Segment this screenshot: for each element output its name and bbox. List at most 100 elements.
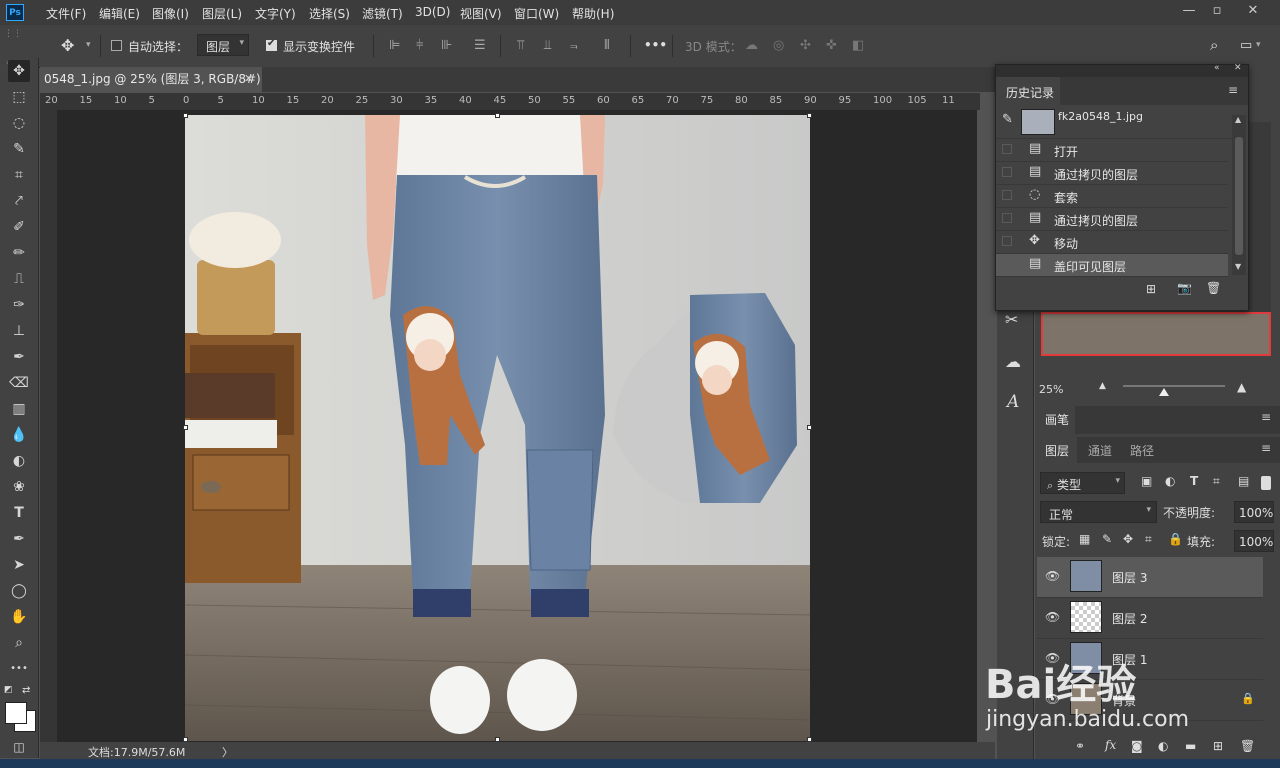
- zoom-out-icon[interactable]: ▲: [1099, 381, 1106, 391]
- menu-edit[interactable]: 编辑(E): [99, 5, 140, 22]
- opacity-field[interactable]: 100%: [1234, 501, 1274, 523]
- eraser-tool-icon[interactable]: ⌫: [8, 372, 30, 394]
- menu-3d[interactable]: 3D(D): [415, 5, 450, 19]
- clone-stamp-tool-icon[interactable]: ⎍: [8, 268, 30, 290]
- transform-handle[interactable]: [807, 113, 812, 118]
- layer-row[interactable]: 👁 图层 2: [1037, 598, 1263, 639]
- fx-icon[interactable]: fx: [1105, 738, 1116, 752]
- align-right-icon[interactable]: ⊪: [441, 38, 452, 53]
- panel-menu-icon[interactable]: ≡: [1228, 83, 1238, 97]
- distribute-icon[interactable]: ☰: [474, 38, 486, 53]
- history-snapshot[interactable]: ✎ fk2a0548_1.jpg: [996, 105, 1232, 139]
- panel-menu-icon[interactable]: ≡: [1261, 441, 1271, 455]
- align-bottom-icon[interactable]: ⫬: [570, 38, 578, 53]
- dodge-tool-icon[interactable]: ◐: [8, 450, 30, 472]
- type-tool-icon[interactable]: T: [8, 502, 30, 524]
- history-brush-source-checkbox[interactable]: [1002, 144, 1012, 154]
- history-brush-source-checkbox[interactable]: [1002, 259, 1012, 269]
- zoom-slider[interactable]: [1123, 385, 1225, 387]
- visibility-eye-icon[interactable]: 👁: [1045, 569, 1060, 583]
- blend-mode-dropdown[interactable]: 正常 ▾: [1040, 501, 1157, 523]
- transform-handle[interactable]: [183, 425, 188, 430]
- history-brush-source-checkbox[interactable]: [1002, 190, 1012, 200]
- status-menu-arrow[interactable]: 〉: [222, 744, 233, 760]
- zoom-in-icon[interactable]: ▲: [1237, 380, 1246, 394]
- history-item[interactable]: ◌ 套索: [996, 185, 1228, 208]
- filter-shape-icon[interactable]: ⌗: [1213, 474, 1220, 489]
- filter-pixel-icon[interactable]: ▣: [1141, 474, 1152, 488]
- tab-channels[interactable]: 通道: [1088, 442, 1112, 459]
- filter-adjustment-icon[interactable]: ◐: [1165, 474, 1175, 488]
- menu-view[interactable]: 视图(V): [460, 5, 502, 22]
- new-document-from-state-icon[interactable]: ⊞: [1146, 282, 1156, 296]
- history-item[interactable]: ▤ 通过拷贝的图层: [996, 162, 1228, 185]
- pen-tool-icon[interactable]: ✒: [8, 528, 30, 550]
- tab-paths[interactable]: 路径: [1130, 442, 1154, 459]
- new-adjustment-icon[interactable]: ◐: [1158, 739, 1168, 753]
- 3d-roll-icon[interactable]: ◎: [773, 38, 784, 53]
- history-item[interactable]: ▤ 打开: [996, 139, 1228, 162]
- align-vcenter-icon[interactable]: ⫫: [544, 38, 551, 53]
- zoom-tool-icon[interactable]: ⌕: [8, 632, 30, 654]
- document-canvas-image[interactable]: [185, 115, 810, 741]
- libraries-icon[interactable]: ☁: [1005, 352, 1021, 371]
- transform-handle[interactable]: [495, 113, 500, 118]
- history-brush-source-checkbox[interactable]: [1002, 213, 1012, 223]
- align-hcenter-icon[interactable]: ⫩: [416, 38, 423, 53]
- sponge-tool-icon[interactable]: ❀: [8, 476, 30, 498]
- 3d-camera-icon[interactable]: ◧: [852, 38, 864, 53]
- smudge-tool-icon[interactable]: ✒: [8, 346, 30, 368]
- history-item[interactable]: ✥ 移动: [996, 231, 1228, 254]
- gradient-tool-icon[interactable]: ▥: [8, 398, 30, 420]
- new-snapshot-icon[interactable]: 📷: [1177, 281, 1192, 295]
- eyedropper-tool-icon[interactable]: ⤤: [8, 190, 30, 212]
- add-mask-icon[interactable]: ◙: [1131, 739, 1143, 753]
- zoom-slider-thumb[interactable]: [1159, 388, 1169, 396]
- link-layers-icon[interactable]: ⚭: [1075, 739, 1085, 753]
- restore-button[interactable]: ▫: [1205, 2, 1229, 22]
- lock-image-icon[interactable]: ✎: [1102, 532, 1112, 546]
- layer-row[interactable]: 👁 图层 3: [1037, 557, 1263, 598]
- collapse-panel-icon[interactable]: «: [1214, 63, 1220, 73]
- default-colors-icon[interactable]: ◩: [4, 685, 13, 695]
- show-transform-checkbox[interactable]: [266, 38, 277, 51]
- ellipse-tool-icon[interactable]: ◯: [8, 580, 30, 602]
- menu-window[interactable]: 窗口(W): [514, 5, 559, 22]
- new-layer-icon[interactable]: ⊞: [1213, 739, 1223, 753]
- document-tab[interactable]: 0548_1.jpg @ 25% (图层 3, RGB/8#) *: [40, 67, 262, 111]
- navigator-view-box[interactable]: [1041, 312, 1271, 356]
- align-left-icon[interactable]: ⊫: [389, 38, 400, 53]
- transform-handle[interactable]: [807, 425, 812, 430]
- scrollbar-thumb[interactable]: [1235, 137, 1243, 255]
- marquee-tool-icon[interactable]: ⬚: [8, 86, 30, 108]
- hand-tool-icon[interactable]: ✋: [8, 606, 30, 628]
- history-item-selected[interactable]: ▤ 盖印可见图层: [996, 254, 1228, 277]
- move-tool-preset-icon[interactable]: ✥: [61, 36, 74, 55]
- filter-type-icon[interactable]: T: [1190, 474, 1198, 488]
- brush-panel-title[interactable]: 画笔: [1045, 411, 1069, 428]
- transform-handle[interactable]: [183, 113, 188, 118]
- stamp-tool-icon[interactable]: ⊥: [8, 320, 30, 342]
- auto-select-dropdown[interactable]: 图层 ▾: [197, 34, 249, 56]
- minimize-button[interactable]: —: [1177, 2, 1201, 22]
- history-brush-source-icon[interactable]: ✎: [1002, 112, 1013, 127]
- more-tools-icon[interactable]: •••: [8, 658, 30, 680]
- scroll-down-icon[interactable]: ▼: [1235, 262, 1241, 271]
- align-top-icon[interactable]: ⫪: [517, 38, 524, 53]
- filter-toggle[interactable]: [1261, 476, 1271, 490]
- blur-tool-icon[interactable]: 💧: [8, 424, 30, 446]
- delete-layer-icon[interactable]: 🗑: [1240, 739, 1255, 753]
- quick-mask-icon[interactable]: ◫: [8, 736, 30, 758]
- brush-tool-icon[interactable]: ✏: [8, 242, 30, 264]
- menu-select[interactable]: 选择(S): [309, 5, 350, 22]
- 3d-orbit-icon[interactable]: ☁: [745, 38, 758, 53]
- auto-select-checkbox[interactable]: [111, 40, 122, 51]
- history-scrollbar[interactable]: ▲ ▼: [1232, 115, 1246, 275]
- lock-all-icon[interactable]: 🔒: [1168, 532, 1183, 546]
- foreground-color-swatch[interactable]: [5, 702, 27, 724]
- 3d-slide-icon[interactable]: ✜: [826, 38, 837, 53]
- character-panel-icon[interactable]: A: [1007, 392, 1019, 412]
- swap-colors-icon[interactable]: ⇄: [22, 685, 30, 696]
- menu-file[interactable]: 文件(F): [46, 5, 86, 22]
- menu-image[interactable]: 图像(I): [152, 5, 189, 22]
